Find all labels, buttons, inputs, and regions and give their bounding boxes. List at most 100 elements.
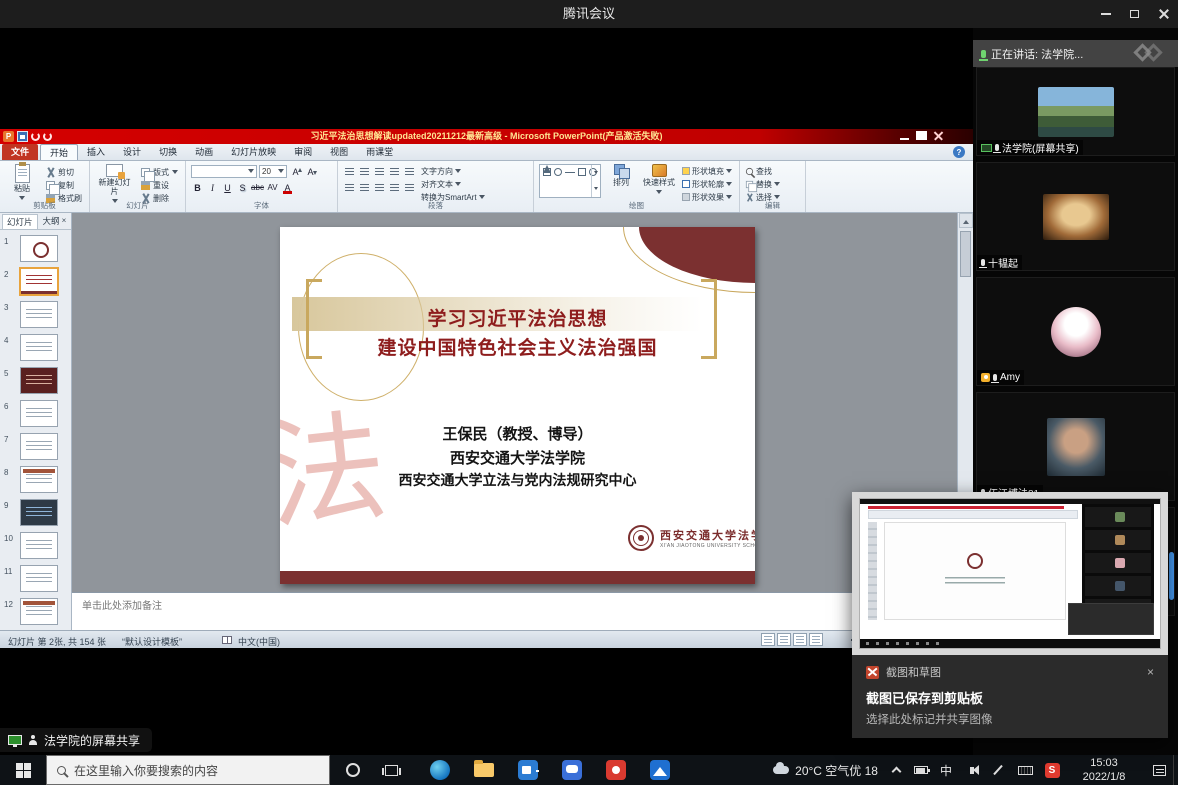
touch-keyboard-button[interactable] (1014, 755, 1036, 785)
sogou-input-button[interactable]: S (1042, 755, 1062, 785)
ppt-restore-button[interactable] (916, 131, 927, 140)
cut-button[interactable]: 剪切 (44, 166, 84, 178)
ribbon-tab[interactable]: 开始 (40, 144, 78, 160)
weather-widget[interactable]: 20°C 空气优 18 (773, 755, 878, 785)
show-desktop-button[interactable] (1173, 755, 1178, 785)
shrink-font-button[interactable]: A (304, 165, 317, 178)
normal-view-button[interactable] (761, 633, 775, 646)
participants-scrollbar[interactable] (1169, 552, 1174, 600)
battery-indicator[interactable] (910, 755, 932, 785)
bold-button[interactable]: B (191, 181, 204, 194)
font-size-select[interactable]: 20 (259, 165, 287, 178)
taskbar-app-explorer[interactable] (462, 755, 506, 785)
slide-thumbnail[interactable]: 5 (0, 365, 71, 398)
decrease-indent-button[interactable] (373, 165, 386, 178)
align-center-button[interactable] (358, 181, 371, 194)
scroll-up-button[interactable] (959, 213, 973, 228)
help-button[interactable]: ? (953, 146, 965, 158)
slides-tab[interactable]: 幻灯片 (2, 214, 38, 229)
taskbar-app-chat[interactable] (550, 755, 594, 785)
slide-thumbnail[interactable]: 10 (0, 530, 71, 563)
screenshot-preview[interactable] (852, 492, 1168, 655)
slide-thumbnail[interactable]: 8 (0, 464, 71, 497)
close-button[interactable] (1149, 0, 1178, 28)
participant-tile-4[interactable]: 伍江博法81 (976, 392, 1175, 501)
ribbon-tab[interactable]: 设计 (114, 144, 150, 160)
clock[interactable]: 15:03 2022/1/8 (1066, 755, 1142, 785)
taskbar-app-meeting[interactable] (506, 755, 550, 785)
layout-button[interactable]: 版式 (139, 166, 180, 178)
volume-button[interactable] (962, 755, 982, 785)
copy-button[interactable]: 复制 (44, 179, 84, 191)
slideshow-button[interactable] (809, 633, 823, 646)
notes-pane[interactable]: 单击此处添加备注 (72, 592, 973, 630)
close-panel-button[interactable]: × (59, 216, 69, 226)
maximize-button[interactable] (1120, 0, 1149, 28)
text-shadow-button[interactable]: S (236, 181, 249, 194)
shape-fill-button[interactable]: 形状填充 (682, 165, 732, 177)
align-left-button[interactable] (343, 181, 356, 194)
search-input[interactable]: 在这里输入你要搜索的内容 (46, 755, 330, 785)
ribbon-tab[interactable]: 切换 (150, 144, 186, 160)
shape-outline-button[interactable]: 形状轮廓 (682, 178, 732, 190)
find-button[interactable]: 查找 (745, 165, 780, 177)
reading-view-button[interactable] (793, 633, 807, 646)
shapes-scroll-strip[interactable] (591, 165, 600, 197)
slide-thumbnail[interactable]: 6 (0, 398, 71, 431)
paste-button[interactable]: 粘贴 (5, 164, 39, 203)
ribbon-tab[interactable]: 文件 (2, 144, 38, 160)
ppt-minimize-button[interactable] (900, 138, 909, 140)
align-text-button[interactable]: 对齐文本 (421, 178, 485, 190)
cortana-button[interactable] (336, 755, 370, 785)
hidden-icons-button[interactable] (886, 755, 906, 785)
slide-canvas[interactable]: 法 学习习近平法治思想 建设中国特色社会主义法治强国 王保民（教授、博导） 西安… (280, 227, 755, 584)
snip-notification[interactable]: 截图和草图 × 截图已保存到剪贴板 选择此处标记并共享图像 (852, 492, 1168, 738)
taskbar-app-media[interactable] (594, 755, 638, 785)
slide-sorter-button[interactable] (777, 633, 791, 646)
underline-button[interactable]: U (221, 181, 234, 194)
slide-thumbnail[interactable]: 12 (0, 596, 71, 629)
text-direction-button[interactable]: 文字方向 (421, 165, 485, 177)
character-spacing-button[interactable]: AV (266, 181, 279, 194)
participant-tile-2[interactable]: 十韫起 (976, 162, 1175, 271)
task-view-button[interactable] (374, 755, 408, 785)
action-center-button[interactable] (1148, 755, 1170, 785)
slide-thumbnail[interactable]: 7 (0, 431, 71, 464)
ribbon-tab[interactable]: 插入 (78, 144, 114, 160)
strikethrough-button[interactable]: abc (251, 181, 264, 194)
arrange-button[interactable]: 排列 (606, 164, 636, 187)
italic-button[interactable]: I (206, 181, 219, 194)
taskbar-app-edge[interactable] (418, 755, 462, 785)
participant-tile-1[interactable]: 法学院(屏幕共享) (976, 67, 1175, 156)
line-spacing-button[interactable] (403, 165, 416, 178)
align-right-button[interactable] (373, 181, 386, 194)
minimize-button[interactable] (1091, 0, 1120, 28)
ribbon-tab[interactable]: 雨课堂 (357, 144, 402, 160)
scrollbar-thumb[interactable] (960, 231, 971, 277)
justify-button[interactable] (388, 181, 401, 194)
screen-share-banner[interactable]: 法学院的屏幕共享 (0, 728, 152, 752)
ime-indicator[interactable]: 中 (936, 755, 956, 785)
design-template-label[interactable]: “默认设计模板” (122, 635, 182, 648)
taskbar-app-photos[interactable] (638, 755, 682, 785)
ribbon-tab[interactable]: 审阅 (285, 144, 321, 160)
reset-button[interactable]: 重设 (139, 179, 180, 191)
notification-close-button[interactable]: × (1147, 666, 1154, 678)
notification-message[interactable]: 选择此处标记并共享图像 (866, 711, 1154, 727)
language-label[interactable]: 中文(中国) (238, 635, 280, 648)
font-name-select[interactable] (191, 165, 257, 178)
slide-thumbnail[interactable]: 2 (0, 266, 71, 299)
replace-button[interactable]: 替换 (745, 178, 780, 190)
font-color-button[interactable]: A (281, 181, 294, 194)
ribbon-tab[interactable]: 幻灯片放映 (222, 144, 285, 160)
start-button[interactable] (0, 755, 46, 785)
ppt-close-button[interactable] (934, 131, 943, 140)
pen-settings-button[interactable] (988, 755, 1008, 785)
columns-button[interactable] (403, 181, 416, 194)
grow-font-button[interactable]: A (289, 165, 302, 178)
ppt-title-bar[interactable]: P 习近平法治思想解读updated20211212最新高级 - Microso… (0, 129, 973, 144)
increase-indent-button[interactable] (388, 165, 401, 178)
quick-styles-button[interactable]: 快速样式 (641, 164, 677, 197)
ribbon-tab[interactable]: 动画 (186, 144, 222, 160)
slide-thumbnail[interactable]: 1 (0, 233, 71, 266)
